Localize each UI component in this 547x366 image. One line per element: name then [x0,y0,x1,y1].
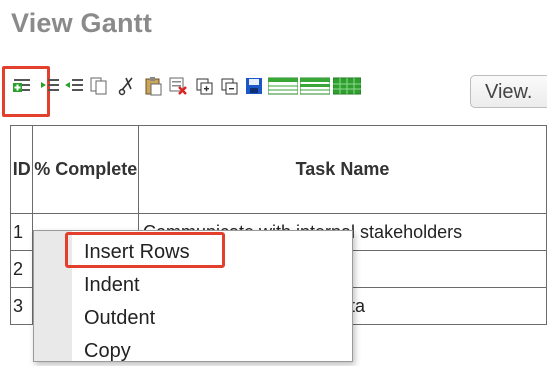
cell-id[interactable]: 3 [10,287,34,325]
header-task-name[interactable]: Task Name [137,125,547,214]
view-button[interactable]: View. [470,75,547,108]
cell-id[interactable]: 2 [10,250,34,288]
copy-icon[interactable] [89,76,109,96]
cell-id[interactable]: 1 [10,213,34,251]
menu-item-copy[interactable]: Copy [84,336,131,366]
save-icon[interactable] [244,76,264,96]
sheet-view-icon[interactable] [300,76,330,96]
insert-rows-menu-highlight [65,232,225,268]
header-id[interactable]: ID [10,125,34,214]
paste-icon[interactable] [143,76,163,96]
header-percent-complete[interactable]: % Complete [32,125,139,214]
cut-icon[interactable] [117,76,137,96]
expand-icon[interactable] [194,76,214,96]
grid-view-icon[interactable] [268,76,298,96]
gantt-view-icon[interactable] [333,76,361,96]
indent-icon[interactable] [40,76,60,96]
page-title: View Gantt [11,8,153,38]
delete-rows-icon[interactable] [168,76,188,96]
toolbar: View. [0,66,547,122]
menu-item-outdent[interactable]: Outdent [84,303,155,333]
collapse-icon[interactable] [219,76,239,96]
outdent-icon[interactable] [64,76,84,96]
menu-item-indent[interactable]: Indent [84,270,140,300]
